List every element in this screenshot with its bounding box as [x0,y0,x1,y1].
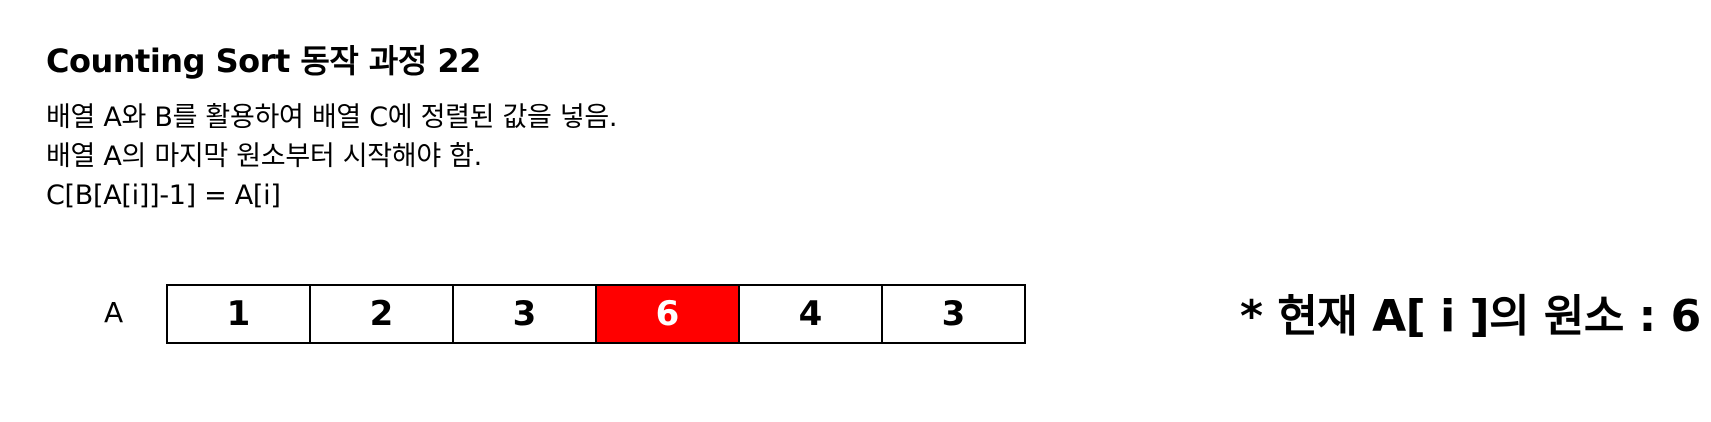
description: 배열 A와 B를 활용하여 배열 C에 정렬된 값을 넣음. 배열 A의 마지막… [46,98,618,215]
array-cell-5: 3 [881,286,1024,342]
current-element-note: * 현재 A[ i ]의 원소 : 6 [1240,291,1701,342]
array-cell-3: 6 [595,286,738,342]
array-cell-0: 1 [168,286,309,342]
description-line-1: 배열 A와 B를 활용하여 배열 C에 정렬된 값을 넣음. [46,102,618,133]
array-cell-1: 2 [309,286,452,342]
page-title: Counting Sort 동작 과정 22 [46,42,481,80]
array-cell-4: 4 [738,286,881,342]
array-label: A [104,296,124,329]
description-line-3: C[B[A[i]]-1] = A[i] [46,180,281,211]
array-cell-2: 3 [452,286,595,342]
array-a: 1 2 3 6 4 3 [166,284,1026,344]
description-line-2: 배열 A의 마지막 원소부터 시작해야 함. [46,141,482,172]
